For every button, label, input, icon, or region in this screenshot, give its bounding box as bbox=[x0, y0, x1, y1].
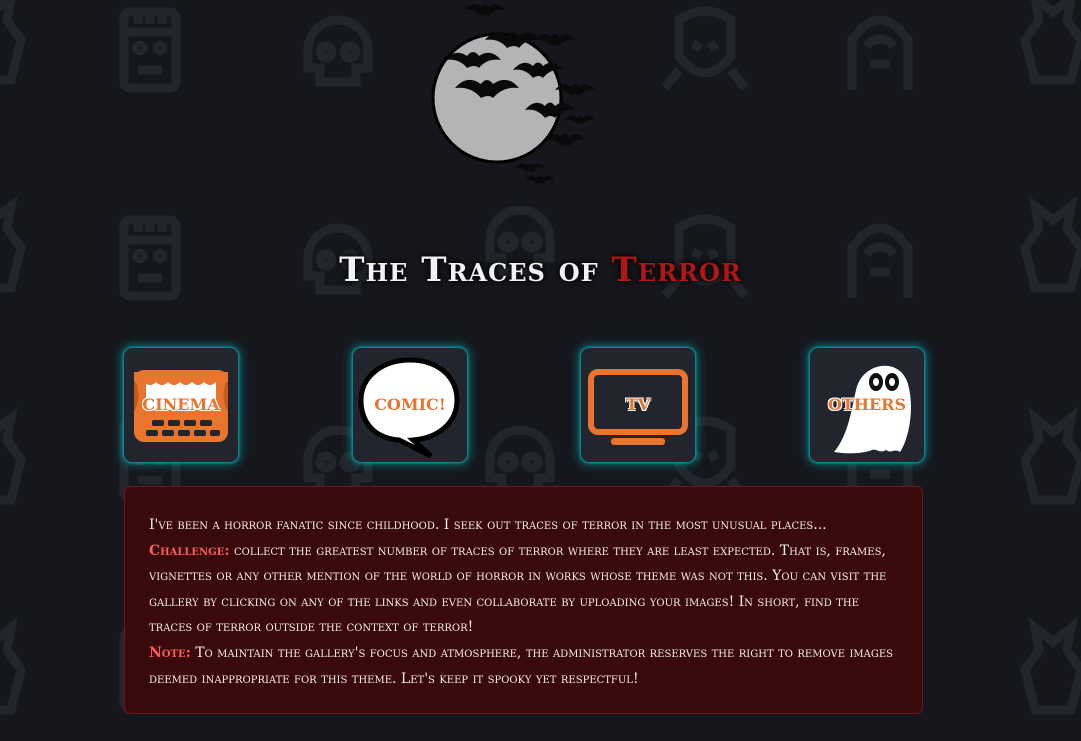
tv-label: TV bbox=[625, 395, 651, 414]
cinema-link[interactable]: CINEMA bbox=[124, 348, 238, 462]
challenge-label: Challenge: bbox=[149, 542, 230, 559]
others-label: OTHERS bbox=[827, 395, 906, 414]
info-note: Note: To maintain the gallery's focus an… bbox=[149, 641, 898, 692]
comic-link[interactable]: COMIC! bbox=[353, 348, 467, 462]
moon-with-bats-icon bbox=[431, 4, 595, 184]
info-intro: I've been a horror fanatic since childho… bbox=[149, 517, 827, 533]
others-link[interactable]: OTHERS bbox=[810, 348, 924, 462]
note-text: To maintain the gallery's focus and atmo… bbox=[149, 644, 894, 687]
challenge-text: collect the greatest number of traces of… bbox=[149, 542, 887, 636]
info-panel: I've been a horror fanatic since childho… bbox=[124, 486, 923, 714]
note-label: Note: bbox=[149, 644, 191, 661]
cinema-label: CINEMA bbox=[142, 395, 220, 414]
comic-label: COMIC! bbox=[374, 395, 446, 414]
title-accent: Terror bbox=[611, 250, 742, 290]
info-challenge: Challenge: collect the greatest number o… bbox=[149, 539, 898, 641]
tv-link[interactable]: TV bbox=[581, 348, 695, 462]
page-title: The Traces of Terror bbox=[339, 250, 742, 290]
